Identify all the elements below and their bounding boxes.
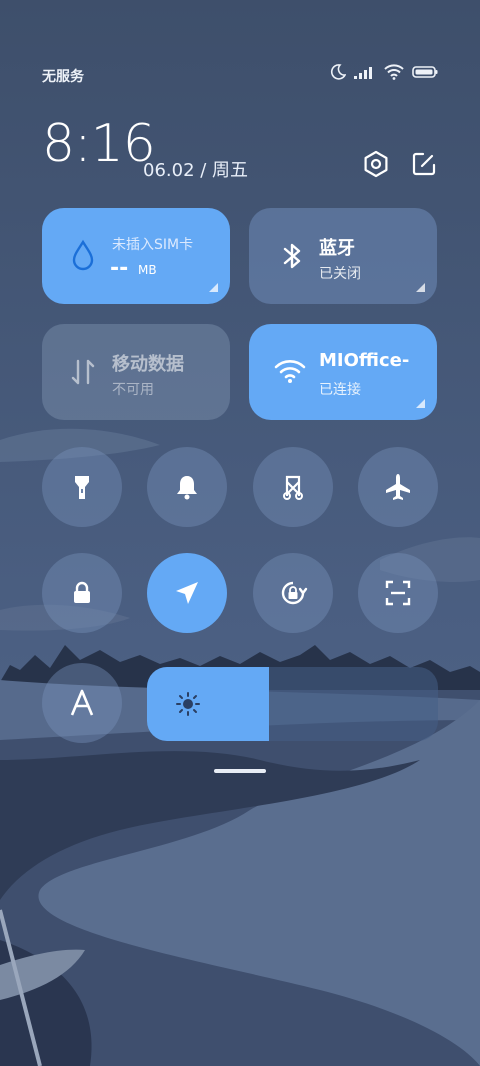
brightness-fill bbox=[147, 667, 270, 741]
bluetooth-title: 蓝牙 bbox=[319, 238, 355, 259]
wifi-icon bbox=[384, 64, 404, 80]
sim-title: 未插入SIM卡 bbox=[112, 237, 194, 253]
clock: 8:16 bbox=[42, 114, 156, 174]
lock-icon bbox=[74, 581, 90, 603]
carrier-label: 无服务 bbox=[42, 69, 84, 85]
control-center: 无服务 8:16 06.02 / 周五 未插入SIM卡 -- MB 蓝牙 已关闭… bbox=[0, 0, 480, 1066]
toggle-scanner[interactable] bbox=[358, 553, 438, 633]
scissors-icon bbox=[283, 475, 303, 500]
brightness-slider[interactable] bbox=[147, 667, 438, 741]
data-usage-unit: MB bbox=[138, 263, 157, 277]
toggle-screenshot[interactable] bbox=[253, 447, 333, 527]
mobile-data-tile[interactable]: 移动数据 不可用 bbox=[42, 324, 230, 420]
data-usage-value: -- bbox=[110, 256, 129, 281]
toggle-flashlight[interactable] bbox=[42, 447, 122, 527]
bell-icon bbox=[177, 476, 197, 500]
mobile-data-status: 不可用 bbox=[112, 382, 154, 398]
letter-a-icon bbox=[70, 689, 94, 716]
water-drop-icon bbox=[72, 239, 94, 271]
sun-icon bbox=[176, 692, 200, 716]
signal-icon bbox=[354, 67, 372, 79]
settings-icon[interactable] bbox=[362, 150, 390, 178]
edit-icon[interactable] bbox=[410, 150, 438, 178]
expand-corner bbox=[209, 283, 218, 292]
location-arrow-icon bbox=[176, 582, 198, 604]
moon-icon bbox=[330, 64, 346, 80]
airplane-icon bbox=[386, 474, 410, 500]
wifi-icon bbox=[274, 360, 306, 383]
wifi-title: MIOffice- bbox=[319, 350, 410, 371]
bluetooth-tile[interactable]: 蓝牙 已关闭 bbox=[249, 208, 437, 304]
scan-icon bbox=[385, 580, 411, 606]
toggle-location[interactable] bbox=[147, 553, 227, 633]
toggle-rotation-lock[interactable] bbox=[253, 553, 333, 633]
toggle-lock[interactable] bbox=[42, 553, 122, 633]
bluetooth-status: 已关闭 bbox=[319, 266, 361, 282]
data-arrows-icon bbox=[71, 359, 95, 385]
expand-corner bbox=[416, 399, 425, 408]
expand-corner bbox=[416, 283, 425, 292]
status-icons bbox=[330, 64, 438, 80]
mobile-data-title: 移动数据 bbox=[112, 354, 184, 375]
wifi-status: 已连接 bbox=[319, 382, 361, 398]
battery-icon bbox=[412, 66, 438, 78]
sim-tile[interactable]: 未插入SIM卡 -- MB bbox=[42, 208, 230, 304]
bluetooth-icon bbox=[283, 243, 301, 269]
drag-handle[interactable] bbox=[214, 769, 266, 773]
flashlight-icon bbox=[75, 476, 89, 499]
toggle-font-size[interactable] bbox=[42, 663, 122, 743]
toggle-airplane[interactable] bbox=[358, 447, 438, 527]
date-label: 06.02 / 周五 bbox=[143, 160, 249, 181]
rotation-lock-icon bbox=[281, 581, 308, 605]
wifi-tile[interactable]: MIOffice- 已连接 bbox=[249, 324, 437, 420]
toggle-bell[interactable] bbox=[147, 447, 227, 527]
